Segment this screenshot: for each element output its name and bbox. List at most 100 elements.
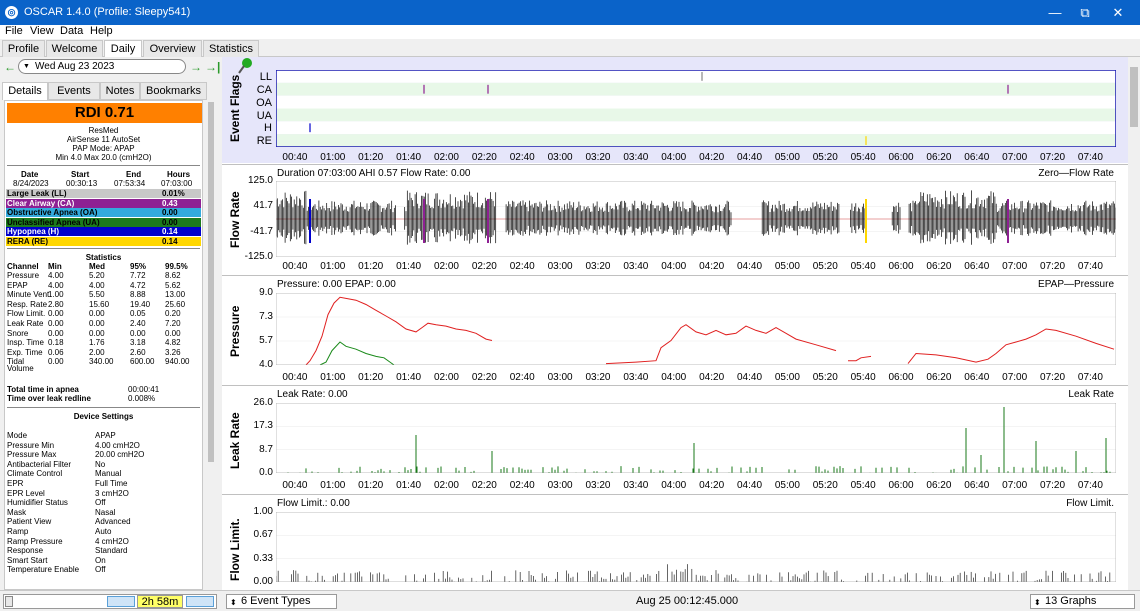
event-label: Large Leak (LL): [7, 189, 67, 198]
next-day-button[interactable]: →: [190, 60, 202, 74]
tab-bookmarks[interactable]: Bookmarks: [140, 82, 207, 100]
tab-welcome[interactable]: Welcome: [46, 40, 103, 57]
x-tick-label: 01:20: [358, 372, 384, 383]
session-header-start: Start: [71, 170, 90, 179]
pressure-legend: EPAP—Pressure: [1038, 279, 1114, 290]
event-row[interactable]: Obstructive Apnea (OA) 0.00: [6, 208, 201, 217]
x-tick-label: 01:20: [358, 261, 384, 272]
date-selector[interactable]: Wed Aug 23 2023: [18, 59, 186, 74]
x-tick-label: 06:40: [964, 152, 990, 163]
menu-view[interactable]: View: [30, 25, 54, 37]
graphs-selector[interactable]: ⬍ 13 Graphs: [1030, 594, 1135, 609]
flag-row-label: RE: [256, 135, 272, 148]
apnea-time-value: 00:00:41: [128, 385, 160, 394]
setting-label: Antibacterial Filter: [7, 459, 72, 469]
x-tick-label: 06:40: [964, 480, 990, 491]
x-tick-label: 01:20: [358, 480, 384, 491]
tab-daily[interactable]: Daily: [104, 40, 142, 58]
event-row[interactable]: Large Leak (LL) 0.01%: [6, 189, 201, 198]
stat-header: Min: [48, 262, 62, 271]
time-range-slider[interactable]: 2h 58m: [3, 594, 217, 609]
x-tick-label: 07:20: [1040, 152, 1066, 163]
last-day-button[interactable]: →|: [205, 60, 220, 74]
flow-rate-graph[interactable]: Flow Rate Duration 07:03:00 AHI 0.57 Flo…: [222, 164, 1128, 274]
setting-label: Smart Start: [7, 555, 48, 565]
stat-cell: 5.62: [165, 280, 181, 290]
setting-value: On: [95, 555, 106, 565]
x-tick-label: 05:40: [850, 261, 876, 272]
tab-profile[interactable]: Profile: [2, 40, 45, 57]
leak-rate-ylabel: Leak Rate: [228, 412, 242, 470]
duration-display: 2h 58m: [137, 595, 183, 608]
stat-cell: EPAP: [7, 280, 28, 290]
y-tick-label: 0.67: [253, 529, 273, 541]
flow-rate-title: Duration 07:03:00 AHI 0.57 Flow Rate: 0.…: [277, 168, 471, 179]
flow-limit-graph[interactable]: Flow Limit. Flow Limit.: 0.00 Flow Limit…: [222, 494, 1128, 590]
x-tick-label: 01:40: [396, 261, 422, 272]
x-tick-label: 05:00: [774, 480, 800, 491]
x-tick-label: 05:20: [812, 261, 838, 272]
setting-label: Pressure Min: [7, 440, 55, 450]
x-tick-label: 04:20: [699, 480, 725, 491]
x-tick-label: 01:20: [358, 152, 384, 163]
stat-cell: 4.00: [89, 280, 105, 290]
stat-cell: 0.00: [48, 328, 64, 338]
prev-day-button[interactable]: ←: [4, 60, 16, 74]
graphs-scrollbar[interactable]: [1128, 57, 1140, 590]
event-flags-graph[interactable]: Event Flags LL CA OA UA H RE 00:40 01:00 01:20 0…: [222, 57, 1128, 163]
x-tick-label: 07:00: [1002, 480, 1028, 491]
stat-cell: 5.50: [89, 290, 105, 300]
stat-cell: 1.00: [48, 290, 64, 300]
menu-file[interactable]: File: [5, 25, 23, 37]
setting-label: Mask: [7, 507, 27, 517]
details-content[interactable]: RDI 0.71 ResMed AirSense 11 AutoSet PAP …: [4, 100, 203, 590]
menu-help[interactable]: Help: [90, 25, 113, 37]
stat-cell: 4.82: [165, 338, 181, 348]
x-tick-label: 07:40: [1077, 480, 1103, 491]
tab-overview[interactable]: Overview: [143, 40, 202, 57]
tidal-unit: Volume: [7, 364, 34, 373]
tab-events[interactable]: Events: [48, 82, 100, 100]
setting-value: 4.00 cmH2O: [95, 440, 140, 450]
stat-cell: 0.05: [130, 309, 146, 319]
event-row[interactable]: Hypopnea (H) 0.14: [6, 227, 201, 236]
setting-label: Ramp: [7, 527, 29, 536]
menu-data[interactable]: Data: [60, 25, 83, 37]
event-row[interactable]: Clear Airway (CA) 0.43: [6, 198, 201, 208]
stat-cell: 0.00: [130, 328, 146, 338]
y-tick-label: 1.00: [253, 506, 273, 517]
flow-rate-ylabel: Flow Rate: [228, 191, 242, 249]
leak-redline-label: Time over leak redline: [7, 394, 91, 403]
stat-cell: 13.00: [165, 290, 186, 300]
x-tick-label: 06:20: [926, 372, 952, 383]
tab-notes[interactable]: Notes: [100, 82, 140, 100]
flag-row-label: LL: [259, 71, 272, 83]
tab-statistics[interactable]: Statistics: [203, 40, 259, 57]
event-row[interactable]: Unclassified Apnea (UA) 0.00: [6, 217, 201, 227]
setting-label: Temperature Enable: [7, 565, 80, 575]
event-label: Hypopnea (H): [7, 227, 59, 236]
stat-cell: 4.00: [48, 280, 64, 290]
x-tick-label: 06:40: [964, 372, 990, 383]
x-tick-label: 02:20: [471, 372, 497, 383]
details-scrollbar[interactable]: [207, 100, 215, 570]
pressure-graph[interactable]: Pressure Pressure: 0.00 EPAP: 0.00 EPAP—…: [222, 275, 1128, 384]
event-types-selector[interactable]: ⬍ 6 Event Types: [226, 594, 337, 609]
stat-cell: 2.40: [130, 319, 146, 328]
event-flags-ylabel: Event Flags: [228, 74, 242, 142]
graphs-area: Event Flags LL CA OA UA H RE 00:40 01:00 01:20 0…: [222, 57, 1128, 590]
y-tick-label: 9.0: [259, 287, 273, 298]
leak-rate-graph[interactable]: Leak Rate Leak Rate: 0.00 Leak Rate 26.0…: [222, 385, 1128, 493]
close-button[interactable]: ✕: [1098, 4, 1138, 21]
device-model: AirSense 11 AutoSet: [66, 135, 141, 144]
stat-cell: 7.72: [130, 271, 146, 280]
device-settings-title: Device Settings: [73, 412, 134, 421]
x-tick-label: 04:40: [736, 480, 763, 491]
event-row[interactable]: RERA (RE) 0.14: [6, 236, 201, 246]
x-tick-label: 07:00: [1002, 152, 1028, 163]
y-tick-label: 0.00: [253, 576, 273, 587]
x-tick-label: 07:40: [1077, 261, 1103, 272]
tab-details[interactable]: Details: [2, 82, 48, 100]
stat-cell: Resp. Rate: [7, 299, 48, 309]
x-tick-label: 05:00: [774, 261, 800, 272]
